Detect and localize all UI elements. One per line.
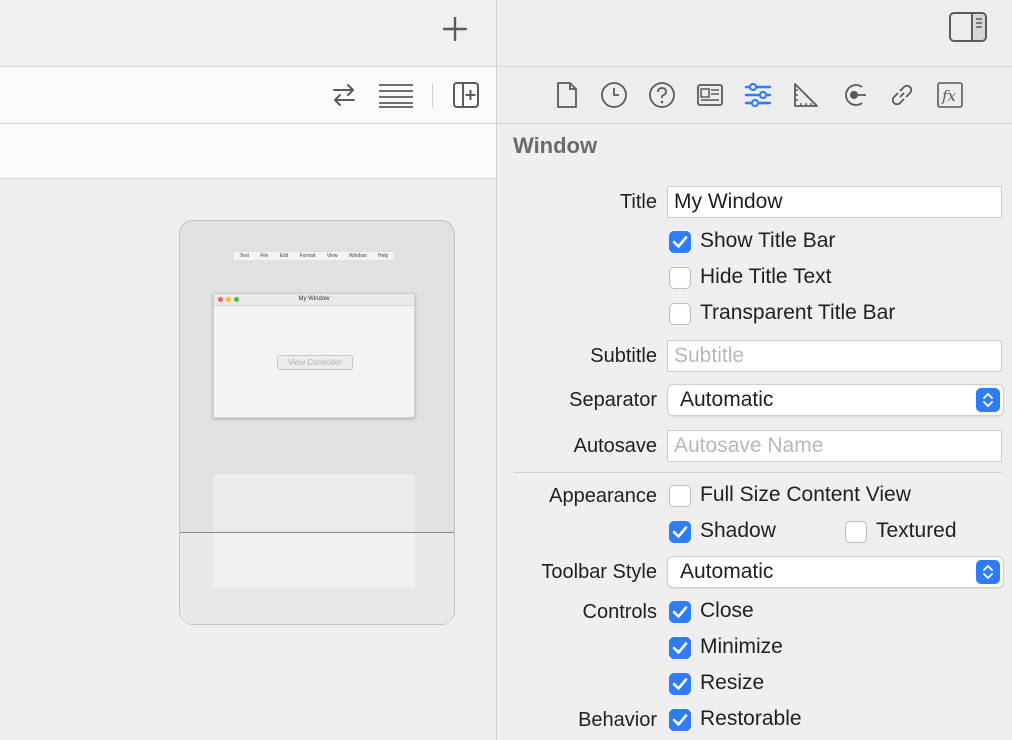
add-editor-icon[interactable] <box>450 79 482 111</box>
appearance-label: Appearance <box>549 485 657 507</box>
menu-item: Window <box>348 253 367 259</box>
minimize-dot-icon <box>226 297 231 302</box>
menu-item: File <box>260 253 269 259</box>
autosave-label: Autosave <box>573 435 657 457</box>
effects-icon[interactable]: fx <box>934 79 966 111</box>
toolbar-divider <box>432 83 433 107</box>
autosave-field[interactable]: Autosave Name <box>667 430 1002 462</box>
textured-label: Textured <box>876 519 957 542</box>
inspector-top-bar <box>497 0 1012 67</box>
close-dot-icon <box>218 297 223 302</box>
menu-item: Edit <box>279 253 289 259</box>
title-field[interactable]: My Window <box>667 186 1002 218</box>
shadow-checkbox[interactable] <box>669 521 691 543</box>
resize-label: Resize <box>700 671 765 694</box>
attributes-icon[interactable] <box>742 79 774 111</box>
help-icon[interactable] <box>646 79 678 111</box>
mini-menu-bar: Test File Edit Format View Window Help <box>234 252 394 260</box>
menu-item: View <box>326 253 338 259</box>
toolbar-style-label: Toolbar Style <box>541 561 657 583</box>
identity-icon[interactable] <box>694 79 726 111</box>
full-size-content-view-checkbox[interactable] <box>669 485 691 507</box>
bindings-icon[interactable] <box>886 79 918 111</box>
hide-title-text-label: Hide Title Text <box>700 265 832 288</box>
separator-label: Separator <box>569 389 657 411</box>
editor-top-bar <box>0 0 496 67</box>
title-label: Title <box>619 191 657 213</box>
resize-checkbox[interactable] <box>669 673 691 695</box>
popup-chevron-icon <box>976 560 1000 584</box>
connections-icon[interactable] <box>838 79 870 111</box>
lines-list-icon[interactable] <box>376 79 416 111</box>
inspector-tab-bar: fx <box>497 67 1012 124</box>
subtitle-label: Subtitle <box>590 345 657 367</box>
transparent-title-bar-checkbox[interactable] <box>669 303 691 325</box>
view-controller-placeholder[interactable]: View Controller <box>277 355 353 370</box>
full-size-content-view-label: Full Size Content View <box>700 483 911 506</box>
popup-chevron-icon <box>976 388 1000 412</box>
add-icon[interactable] <box>440 14 470 44</box>
swap-arrows-icon[interactable] <box>328 79 360 111</box>
menu-item: Format <box>299 253 316 259</box>
zoom-dot-icon <box>234 297 239 302</box>
jump-bar <box>0 124 496 179</box>
show-title-bar-checkbox[interactable] <box>669 231 691 253</box>
editor-toolbar <box>0 67 496 124</box>
file-icon[interactable] <box>552 79 582 111</box>
menu-item: Help <box>377 253 389 259</box>
mini-window[interactable]: My Window View Controller <box>213 293 415 418</box>
textured-checkbox[interactable] <box>845 521 867 543</box>
minimize-label: Minimize <box>700 635 783 658</box>
size-icon[interactable] <box>790 79 822 111</box>
reflection <box>180 533 454 624</box>
transparent-title-bar-label: Transparent Title Bar <box>700 301 896 324</box>
hide-title-text-checkbox[interactable] <box>669 267 691 289</box>
section-title: Window <box>513 133 598 158</box>
close-checkbox[interactable] <box>669 601 691 623</box>
separator-popup[interactable]: Automatic <box>667 384 1004 416</box>
restorable-checkbox[interactable] <box>669 709 691 731</box>
show-title-bar-label: Show Title Bar <box>700 229 836 252</box>
subtitle-field[interactable]: Subtitle <box>667 340 1002 372</box>
mini-window-title: My Window <box>298 296 330 302</box>
history-icon[interactable] <box>598 79 630 111</box>
minimize-checkbox[interactable] <box>669 637 691 659</box>
separator-value: Automatic <box>680 388 774 411</box>
controls-label: Controls <box>582 601 657 623</box>
section-separator <box>514 472 1002 473</box>
restorable-label: Restorable <box>700 707 802 730</box>
menu-item: Test <box>239 253 249 259</box>
toolbar-style-popup[interactable]: Automatic <box>667 556 1004 588</box>
behavior-label: Behavior <box>578 709 657 731</box>
mini-window-titlebar: My Window <box>214 294 414 306</box>
shadow-label: Shadow <box>700 519 776 542</box>
svg-text:fx: fx <box>941 87 957 105</box>
close-label: Close <box>700 599 754 622</box>
toggle-inspector-icon[interactable] <box>947 10 989 44</box>
toolbar-style-value: Automatic <box>680 560 774 583</box>
